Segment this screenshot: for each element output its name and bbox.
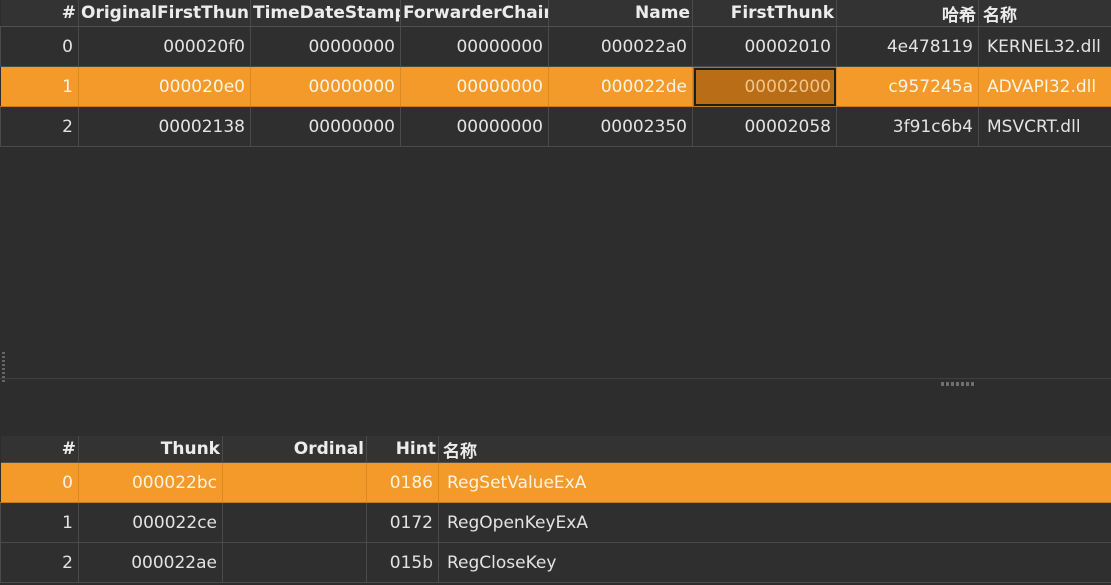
table-row[interactable]: 0 000020f0 00000000 00000000 000022a0 00… xyxy=(0,26,1111,67)
cell-hint[interactable]: 0186 xyxy=(366,462,439,503)
imported-functions-pane: # Thunk Ordinal Hint 名称 0 000022bc 0186 … xyxy=(0,436,1111,585)
column-header-name[interactable]: Name xyxy=(548,0,693,27)
column-header-function-name[interactable]: 名称 xyxy=(438,436,1111,463)
cell-thunk[interactable]: 000022bc xyxy=(78,462,223,503)
cell-first-thunk[interactable]: 00002010 xyxy=(692,26,837,67)
column-header-thunk[interactable]: Thunk xyxy=(78,436,223,463)
cell-function-name[interactable]: RegOpenKeyExA xyxy=(438,502,1111,543)
imported-functions-table: # Thunk Ordinal Hint 名称 0 000022bc 0186 … xyxy=(0,436,1111,583)
cell-ordinal[interactable] xyxy=(222,462,367,503)
cell-index[interactable]: 1 xyxy=(0,502,79,543)
table-row[interactable]: 2 000022ae 015b RegCloseKey xyxy=(0,542,1111,583)
cell-forwarder-chain[interactable]: 00000000 xyxy=(400,66,549,107)
column-header-hash[interactable]: 哈希 xyxy=(836,0,979,27)
column-header-forwarder-chain[interactable]: ForwarderChain xyxy=(400,0,549,27)
import-directory-table: # OriginalFirstThunk TimeDateStamp Forwa… xyxy=(0,0,1111,147)
column-header-index[interactable]: # xyxy=(0,0,79,27)
column-header-dll-name[interactable]: 名称 xyxy=(978,0,1111,27)
side-resize-grip[interactable] xyxy=(2,352,5,382)
cell-index[interactable]: 2 xyxy=(0,542,79,583)
cell-name[interactable]: 000022de xyxy=(548,66,693,107)
cell-dll-name[interactable]: MSVCRT.dll xyxy=(978,106,1111,147)
table-row-selected[interactable]: 0 000022bc 0186 RegSetValueExA xyxy=(0,462,1111,503)
import-directory-pane: # OriginalFirstThunk TimeDateStamp Forwa… xyxy=(0,0,1111,379)
cell-function-name[interactable]: RegSetValueExA xyxy=(438,462,1111,503)
column-header-first-thunk[interactable]: FirstThunk xyxy=(692,0,837,27)
cell-thunk[interactable]: 000022ce xyxy=(78,502,223,543)
cell-dll-name[interactable]: KERNEL32.dll xyxy=(978,26,1111,67)
cell-function-name[interactable]: RegCloseKey xyxy=(438,542,1111,583)
cell-name[interactable]: 000022a0 xyxy=(548,26,693,67)
cell-hash[interactable]: c957245a xyxy=(836,66,979,107)
cell-hash[interactable]: 4e478119 xyxy=(836,26,979,67)
cell-dll-name[interactable]: ADVAPI32.dll xyxy=(978,66,1111,107)
cell-first-thunk-focused[interactable]: 00002000 xyxy=(692,66,837,107)
functions-header-row: # Thunk Ordinal Hint 名称 xyxy=(0,436,1111,463)
import-header-row: # OriginalFirstThunk TimeDateStamp Forwa… xyxy=(0,0,1111,27)
cell-time-date-stamp[interactable]: 00000000 xyxy=(250,66,401,107)
cell-hint[interactable]: 0172 xyxy=(366,502,439,543)
cell-ordinal[interactable] xyxy=(222,502,367,543)
cell-original-first-thunk[interactable]: 000020e0 xyxy=(78,66,251,107)
cell-index[interactable]: 2 xyxy=(0,106,79,147)
cell-index[interactable]: 0 xyxy=(0,26,79,67)
cell-forwarder-chain[interactable]: 00000000 xyxy=(400,26,549,67)
cell-hash[interactable]: 3f91c6b4 xyxy=(836,106,979,147)
column-header-hint[interactable]: Hint xyxy=(366,436,439,463)
cell-original-first-thunk[interactable]: 00002138 xyxy=(78,106,251,147)
cell-thunk[interactable]: 000022ae xyxy=(78,542,223,583)
cell-hint[interactable]: 015b xyxy=(366,542,439,583)
table-row[interactable]: 1 000022ce 0172 RegOpenKeyExA xyxy=(0,502,1111,543)
column-header-time-date-stamp[interactable]: TimeDateStamp xyxy=(250,0,401,27)
cell-index[interactable]: 0 xyxy=(0,462,79,503)
cell-index[interactable]: 1 xyxy=(0,66,79,107)
cell-name[interactable]: 00002350 xyxy=(548,106,693,147)
pane-splitter-grip[interactable] xyxy=(941,382,975,386)
cell-time-date-stamp[interactable]: 00000000 xyxy=(250,106,401,147)
column-header-original-first-thunk[interactable]: OriginalFirstThunk xyxy=(78,0,251,27)
table-row-selected[interactable]: 1 000020e0 00000000 00000000 000022de 00… xyxy=(0,66,1111,107)
cell-time-date-stamp[interactable]: 00000000 xyxy=(250,26,401,67)
table-row[interactable]: 2 00002138 00000000 00000000 00002350 00… xyxy=(0,106,1111,147)
column-header-ordinal[interactable]: Ordinal xyxy=(222,436,367,463)
cell-forwarder-chain[interactable]: 00000000 xyxy=(400,106,549,147)
cell-ordinal[interactable] xyxy=(222,542,367,583)
cell-original-first-thunk[interactable]: 000020f0 xyxy=(78,26,251,67)
cell-first-thunk[interactable]: 00002058 xyxy=(692,106,837,147)
column-header-index[interactable]: # xyxy=(0,436,79,463)
